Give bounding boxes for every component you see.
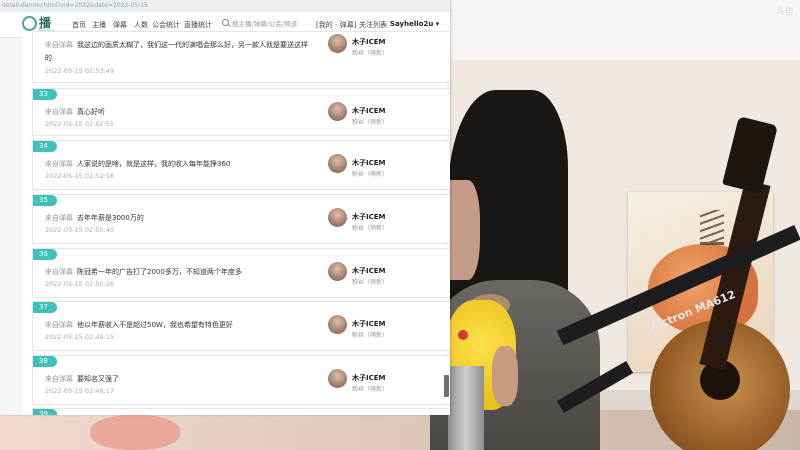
watermark: 斗鱼 — [775, 7, 794, 17]
danmu-time: 2022-05-15 02:49:15 — [45, 333, 115, 341]
danmu-source: 来自弹幕 — [45, 214, 73, 222]
avatar[interactable] — [328, 154, 347, 173]
danmu-source: 来自弹幕 — [45, 41, 73, 49]
user-role: 粉丝（萌新） — [352, 386, 389, 393]
nav-item-danmu[interactable]: 弹幕 — [113, 20, 127, 30]
danmu-source: 来自弹幕 — [45, 268, 73, 276]
username[interactable]: 木子ICEM — [352, 37, 386, 47]
username[interactable]: 木子ICEM — [352, 319, 386, 329]
danmu-source: 来自弹幕 — [45, 321, 73, 329]
danmu-content: 真心好听 — [77, 108, 105, 116]
danmu-card: 37 来自弹幕 他以年薪收入不是超过50W，我也希望有特色更好 2022-05-1… — [32, 301, 450, 351]
user-role: 粉丝（萌新） — [352, 332, 389, 339]
danmu-card: 39 — [32, 408, 450, 415]
username[interactable]: 木子ICEM — [352, 373, 386, 383]
nav-item-home[interactable]: 首页 — [72, 20, 86, 30]
rank-badge: 35 — [33, 195, 57, 206]
user-role: 粉丝（萌新） — [352, 50, 389, 57]
danmu-source: 来自弹幕 — [45, 160, 73, 168]
danmu-content: 陈冠希一年的广告打了2000多万，不知道两个年度多 — [77, 268, 242, 276]
danmu-content: 要知名又强了 — [77, 375, 119, 383]
microphone — [448, 366, 484, 450]
avatar[interactable] — [328, 208, 347, 227]
danmu-time: 2022-05-15 02:50:40 — [45, 226, 115, 234]
streamer-face — [450, 180, 480, 280]
danmu-time: 2022-05-15 02:52:51 — [45, 120, 115, 128]
pink-cushion — [90, 415, 180, 450]
username[interactable]: 木子ICEM — [352, 266, 386, 276]
nav-item-guild-stats[interactable]: 公会统计 — [152, 20, 180, 30]
user-role: 粉丝（萌新） — [352, 171, 389, 178]
rank-badge: 34 — [33, 141, 57, 152]
danmu-source: 来自弹幕 — [45, 108, 73, 116]
avatar[interactable] — [328, 315, 347, 334]
danmu-text: 来自弹幕 去年年薪是3000万的 — [45, 213, 144, 223]
danmu-text: 来自弹幕 人家说的是啥，就是这样，我的收入每年能挣360 — [45, 159, 230, 169]
username[interactable]: 木子ICEM — [352, 106, 386, 116]
danmu-time: 2022-05-15 02:52:16 — [45, 172, 115, 180]
danmu-content: 他以年薪收入不是超过50W，我也希望有特色更好 — [77, 321, 233, 329]
danmu-text: 来自弹幕 我这边的画质太糊了，我们这一代的演唱会那么好，另一款人就是要送这样 — [45, 40, 308, 50]
address-bar[interactable]: detail-danmu.html?cid=2022&date=2022-05-… — [0, 0, 450, 12]
rank-badge: 33 — [33, 89, 57, 100]
ceiling — [450, 0, 800, 60]
streamer-hand — [492, 346, 518, 406]
danmu-source: 来自弹幕 — [45, 375, 73, 383]
scrollbar-thumb[interactable] — [444, 375, 449, 397]
user-role: 粉丝（萌新） — [352, 225, 389, 232]
avatar[interactable] — [328, 262, 347, 281]
user-role: 粉丝（萌新） — [352, 119, 389, 126]
danmu-time: 2022-05-15 02:53:49 — [45, 67, 115, 75]
search-icon[interactable] — [222, 19, 229, 26]
rank-badge: 38 — [33, 356, 57, 367]
danmu-content: 去年年薪是3000万的 — [77, 214, 144, 222]
danmu-card: 34 来自弹幕 人家说的是啥，就是这样，我的收入每年能挣360 2022-05-1… — [32, 140, 450, 190]
nav-follow-list[interactable]: 关注列表 — [359, 20, 387, 30]
danmu-text: 来自弹幕 要知名又强了 — [45, 374, 119, 384]
danmu-card: 33 来自弹幕 真心好听 2022-05-15 02:52:51 木子ICEM 粉… — [32, 88, 450, 136]
avatar[interactable] — [328, 102, 347, 121]
avatar[interactable] — [328, 34, 347, 53]
logo-icon — [22, 16, 37, 31]
danmu-card: 38 来自弹幕 要知名又强了 2022-05-15 02:48:17 木子ICEM… — [32, 355, 450, 405]
username[interactable]: 木子ICEM — [352, 158, 386, 168]
danmu-list: 来自弹幕 我这边的画质太糊了，我们这一代的演唱会那么好，另一款人就是要送这样 的 … — [22, 31, 450, 415]
browser-window: detail-danmu.html?cid=2022&date=2022-05-… — [0, 0, 450, 415]
nav-item-live-stats[interactable]: 直播统计 — [184, 20, 212, 30]
rank-badge: 39 — [33, 409, 57, 415]
rank-badge: 36 — [33, 249, 57, 260]
danmu-time: 2022-05-15 02:50:26 — [45, 280, 115, 288]
danmu-text: 来自弹幕 真心好听 — [45, 107, 105, 117]
avatar[interactable] — [328, 369, 347, 388]
pikachu-cheek — [458, 330, 468, 340]
user-menu[interactable]: Sayhello2u ▾ — [390, 20, 439, 28]
danmu-content: 人家说的是啥，就是这样，我的收入每年能挣360 — [77, 160, 231, 168]
nav-item-streamer[interactable]: 主播 — [92, 20, 106, 30]
user-role: 粉丝（萌新） — [352, 279, 389, 286]
search-input[interactable] — [232, 18, 304, 29]
username[interactable]: 木子ICEM — [352, 212, 386, 222]
rank-badge: 37 — [33, 302, 57, 313]
danmu-text: 来自弹幕 他以年薪收入不是超过50W，我也希望有特色更好 — [45, 320, 233, 330]
danmu-text: 来自弹幕 陈冠希一年的广告打了2000多万，不知道两个年度多 — [45, 267, 242, 277]
tree-illustration — [700, 210, 724, 245]
nav-item-viewers[interactable]: 人数 — [134, 20, 148, 30]
nav-my-danmu[interactable]: [我的 - 弹幕] — [316, 20, 356, 30]
danmu-card: 36 来自弹幕 陈冠希一年的广告打了2000多万，不知道两个年度多 2022-05… — [32, 248, 450, 298]
danmu-text-wrap: 的 — [45, 54, 52, 62]
danmu-content: 我这边的画质太糊了，我们这一代的演唱会那么好，另一款人就是要送这样 — [77, 41, 308, 49]
danmu-time: 2022-05-15 02:48:17 — [45, 387, 115, 395]
danmu-card: 来自弹幕 我这边的画质太糊了，我们这一代的演唱会那么好，另一款人就是要送这样 的 … — [32, 31, 450, 83]
danmu-card: 35 来自弹幕 去年年薪是3000万的 2022-05-15 02:50:40 木… — [32, 194, 450, 244]
